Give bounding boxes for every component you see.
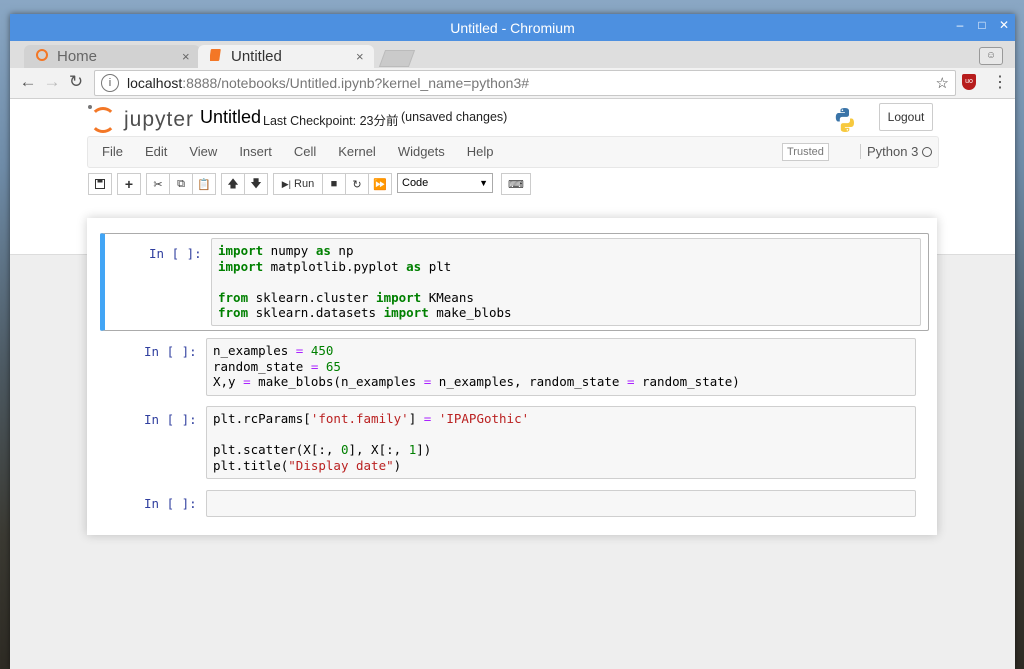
cell-type-select[interactable]: Code ▼ bbox=[397, 173, 493, 193]
code-input[interactable]: plt.rcParams['font.family'] = 'IPAPGothi… bbox=[206, 406, 916, 479]
url-path: :8888/notebooks/Untitled.ipynb?kernel_na… bbox=[182, 75, 530, 91]
tab-strip: Home × Untitled × ☺ bbox=[10, 41, 1015, 68]
logout-button[interactable]: Logout bbox=[879, 103, 933, 131]
kernel-name[interactable]: Python 3 bbox=[860, 144, 918, 159]
menu-widgets[interactable]: Widgets bbox=[398, 144, 445, 159]
ublock-extension-icon[interactable]: uo bbox=[962, 74, 976, 90]
title-bar: Untitled - Chromium – □ ✕ bbox=[10, 14, 1015, 41]
forward-arrow-icon[interactable]: → bbox=[42, 72, 62, 92]
menu-edit[interactable]: Edit bbox=[145, 144, 167, 159]
window-title: Untitled - Chromium bbox=[450, 20, 575, 36]
interrupt-icon[interactable]: ■ bbox=[322, 173, 346, 195]
jupyter-logo-icon bbox=[88, 105, 116, 133]
cell-prompt: In [ ]: bbox=[144, 496, 197, 511]
move-down-icon[interactable]: 🡇 bbox=[244, 173, 268, 195]
python-logo-icon bbox=[835, 108, 854, 132]
insert-cell-icon[interactable]: + bbox=[117, 173, 141, 195]
code-cell[interactable]: In [ ]: n_examples = 450 random_state = … bbox=[100, 338, 923, 398]
tab-untitled[interactable]: Untitled × bbox=[198, 45, 374, 68]
dropdown-arrow-icon: ▼ bbox=[479, 178, 488, 188]
copy-icon[interactable]: ⧉ bbox=[169, 173, 193, 195]
cell-prompt: In [ ]: bbox=[144, 344, 197, 359]
tab-untitled-label: Untitled bbox=[231, 48, 282, 65]
cell-prompt: In [ ]: bbox=[144, 412, 197, 427]
restart-icon[interactable]: ↻ bbox=[345, 173, 369, 195]
address-bar[interactable]: i localhost :8888/notebooks/Untitled.ipy… bbox=[94, 70, 956, 96]
last-checkpoint: Last Checkpoint: 23分前 bbox=[263, 114, 399, 128]
keyboard-icon[interactable]: ⌨ bbox=[501, 173, 531, 195]
close-window-button[interactable]: ✕ bbox=[997, 18, 1011, 32]
trusted-indicator[interactable]: Trusted bbox=[782, 143, 829, 161]
restart-run-all-icon[interactable]: ⏩ bbox=[368, 173, 392, 195]
notebook-toolbar: + ✂ ⧉ 📋 🡅 🡇 ▶| Run ■ ↻ ⏩ Code ▼ ⌨ bbox=[88, 173, 531, 195]
cell-prompt: In [ ]: bbox=[149, 246, 202, 261]
window-controls: – □ ✕ bbox=[953, 18, 1011, 32]
menu-cell[interactable]: Cell bbox=[294, 144, 316, 159]
paste-icon[interactable]: 📋 bbox=[192, 173, 216, 195]
jupyter-brand-text: jupyter bbox=[124, 108, 195, 131]
browser-toolbar: ← → ↻ i localhost :8888/notebooks/Untitl… bbox=[10, 68, 1015, 99]
run-label: Run bbox=[294, 178, 315, 190]
profile-icon[interactable]: ☺ bbox=[979, 47, 1003, 65]
tab-home[interactable]: Home × bbox=[24, 45, 200, 68]
menu-insert[interactable]: Insert bbox=[239, 144, 272, 159]
menu-kernel[interactable]: Kernel bbox=[338, 144, 376, 159]
notebook-container: In [ ]: import numpy as np import matplo… bbox=[87, 218, 937, 535]
notebook-favicon-icon bbox=[208, 48, 224, 66]
notebook-menubar: File Edit View Insert Cell Kernel Widget… bbox=[87, 136, 939, 168]
browser-menu-icon[interactable]: ⋮ bbox=[992, 72, 1008, 92]
step-forward-icon: ▶| bbox=[281, 178, 292, 189]
code-input[interactable]: n_examples = 450 random_state = 65 X,y =… bbox=[206, 338, 916, 396]
code-input[interactable] bbox=[206, 490, 916, 517]
save-icon[interactable] bbox=[88, 173, 112, 195]
cut-icon[interactable]: ✂ bbox=[146, 173, 170, 195]
reload-icon[interactable]: ↻ bbox=[66, 72, 86, 92]
new-tab-button[interactable] bbox=[378, 50, 416, 67]
minimize-button[interactable]: – bbox=[953, 18, 967, 32]
jupyter-logo[interactable]: jupyter bbox=[88, 105, 195, 133]
code-input[interactable]: import numpy as np import matplotlib.pyp… bbox=[211, 238, 921, 326]
bookmark-star-icon[interactable]: ☆ bbox=[936, 74, 949, 92]
kernel-idle-icon bbox=[922, 147, 932, 157]
back-arrow-icon[interactable]: ← bbox=[18, 72, 38, 92]
menu-file[interactable]: File bbox=[102, 144, 123, 159]
run-button[interactable]: ▶| Run bbox=[273, 173, 323, 195]
menu-help[interactable]: Help bbox=[467, 144, 494, 159]
cell-type-value: Code bbox=[402, 177, 429, 189]
autosave-status: (unsaved changes) bbox=[401, 110, 508, 124]
info-icon[interactable]: i bbox=[101, 74, 119, 92]
browser-window: Untitled - Chromium – □ ✕ Home × Untitle… bbox=[10, 14, 1015, 669]
menu-view[interactable]: View bbox=[189, 144, 217, 159]
maximize-button[interactable]: □ bbox=[975, 18, 989, 32]
jupyter-favicon-icon bbox=[34, 48, 50, 66]
url-host: localhost bbox=[127, 75, 183, 91]
code-cell[interactable]: In [ ]: import numpy as np import matplo… bbox=[100, 233, 929, 331]
code-cell[interactable]: In [ ]: bbox=[100, 490, 923, 520]
tab-home-label: Home bbox=[57, 48, 98, 65]
move-up-icon[interactable]: 🡅 bbox=[221, 173, 245, 195]
tab-untitled-close-icon[interactable]: × bbox=[356, 49, 374, 64]
notebook-name[interactable]: Untitled bbox=[200, 107, 261, 128]
code-cell[interactable]: In [ ]: plt.rcParams['font.family'] = 'I… bbox=[100, 406, 923, 481]
